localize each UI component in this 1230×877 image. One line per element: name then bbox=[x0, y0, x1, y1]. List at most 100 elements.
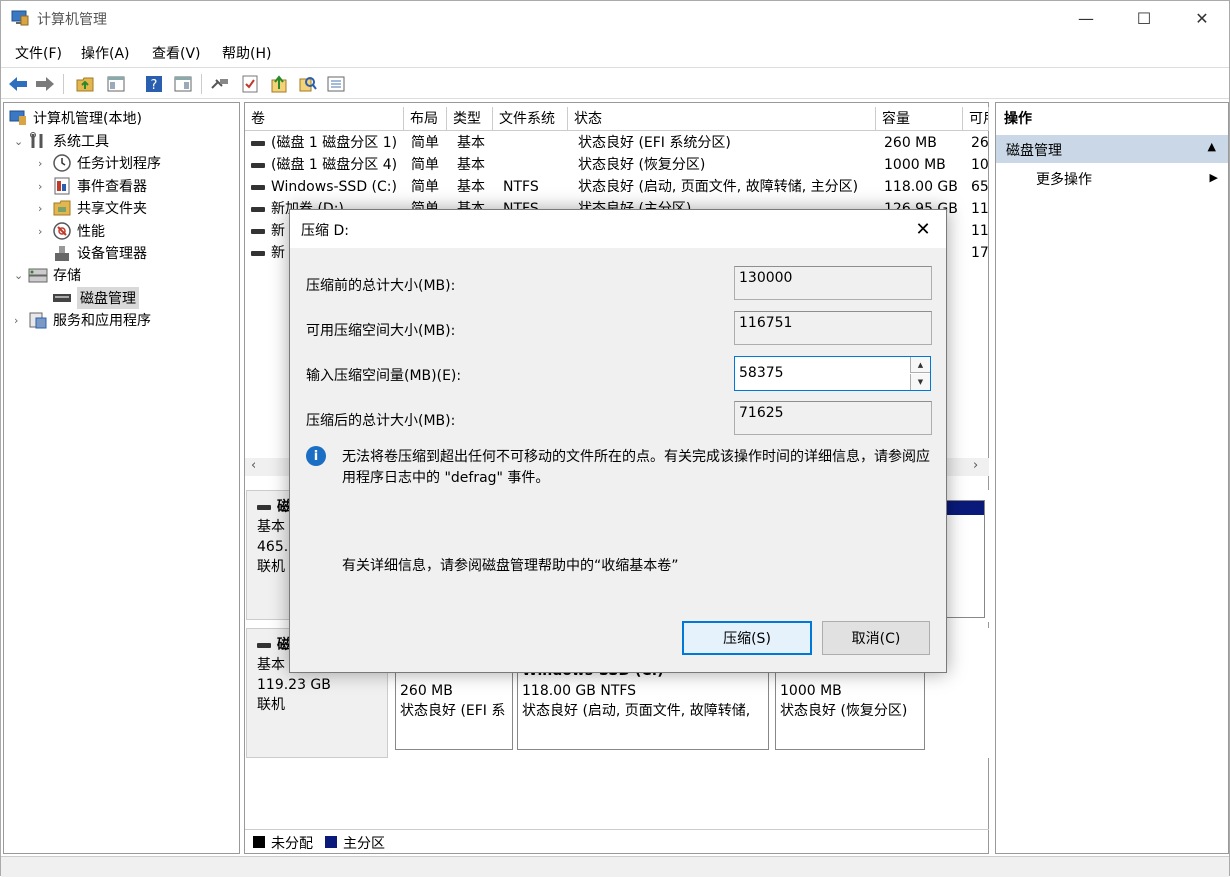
col-filesystem[interactable]: 文件系统 bbox=[493, 107, 568, 131]
info-message: 无法将卷压缩到超出任何不可移动的文件所在的点。有关完成该操作时间的详细信息，请参… bbox=[342, 449, 930, 486]
help-message: 有关详细信息，请参阅磁盘管理帮助中的“收缩基本卷” bbox=[342, 558, 679, 574]
back-arrow-icon bbox=[9, 77, 27, 91]
list-view-button[interactable] bbox=[325, 73, 347, 95]
tree-item-services-apps[interactable]: › 服务和应用程序 bbox=[14, 309, 151, 331]
col-capacity[interactable]: 容量 bbox=[876, 107, 963, 131]
performance-icon bbox=[52, 222, 72, 240]
table-row[interactable]: (磁盘 1 磁盘分区 4) 简单 基本 状态良好 (恢复分区) 1000 MB … bbox=[245, 154, 989, 176]
collapse-up-icon[interactable]: ▲ bbox=[1208, 140, 1216, 153]
console-tree-icon bbox=[107, 76, 125, 92]
stepper-up-icon[interactable]: ▲ bbox=[910, 357, 930, 373]
stepper-down-icon[interactable]: ▼ bbox=[910, 374, 930, 390]
info-icon: i bbox=[306, 446, 326, 466]
disk-icon bbox=[257, 504, 271, 510]
total-after-value: 71625 bbox=[734, 401, 932, 435]
scroll-left-icon[interactable]: ‹ bbox=[251, 458, 256, 473]
shrink-amount-input[interactable] bbox=[739, 363, 907, 383]
tree-item-task-scheduler[interactable]: › 任务计划程序 bbox=[38, 152, 161, 174]
maximize-icon: ☐ bbox=[1136, 8, 1152, 28]
help-button[interactable]: ? bbox=[143, 73, 165, 95]
dialog-title: 压缩 D: bbox=[301, 223, 349, 239]
volume-list-header: 卷 布局 类型 文件系统 状态 容量 可用 bbox=[245, 107, 989, 131]
disk-management-icon bbox=[52, 289, 72, 307]
volume-icon bbox=[251, 250, 265, 256]
volume-icon bbox=[251, 162, 265, 168]
arrow-up-page-icon bbox=[271, 75, 287, 93]
chevron-down-icon[interactable]: ⌄ bbox=[14, 135, 28, 148]
more-actions-item[interactable]: 更多操作 bbox=[1036, 169, 1092, 189]
shrink-button[interactable]: 压缩(S) bbox=[682, 621, 812, 655]
chevron-right-icon[interactable]: › bbox=[14, 314, 28, 327]
cancel-button[interactable]: 取消(C) bbox=[822, 621, 930, 655]
chevron-right-icon[interactable]: › bbox=[38, 202, 52, 215]
unallocated-swatch bbox=[253, 836, 265, 848]
table-row[interactable]: (磁盘 1 磁盘分区 1) 简单 基本 状态良好 (EFI 系统分区) 260 … bbox=[245, 132, 989, 154]
toolbar: ? bbox=[1, 67, 1229, 99]
check-button[interactable] bbox=[239, 73, 261, 95]
list-icon bbox=[327, 76, 345, 92]
shrink-amount-stepper[interactable]: ▲ ▼ bbox=[734, 356, 931, 391]
connect-button[interactable] bbox=[209, 73, 231, 95]
disk-icon bbox=[257, 642, 271, 648]
chevron-down-icon[interactable]: ⌄ bbox=[14, 269, 28, 282]
menu-help[interactable]: 帮助(H) bbox=[222, 43, 271, 63]
forward-button[interactable] bbox=[34, 73, 56, 95]
legend-primary: 主分区 bbox=[343, 836, 385, 852]
chevron-right-icon[interactable]: › bbox=[38, 157, 52, 170]
console-tree: 计算机管理(本地) ⌄ 系统工具 › 任务计划程序 › 事件查看器 › 共享文件… bbox=[3, 102, 240, 854]
actions-section-disk-management[interactable]: 磁盘管理 ▲ bbox=[996, 135, 1228, 163]
up-folder-button[interactable] bbox=[74, 73, 96, 95]
primary-swatch bbox=[325, 836, 337, 848]
menu-action[interactable]: 操作(A) bbox=[81, 43, 130, 63]
volume-icon bbox=[251, 140, 265, 146]
plug-icon bbox=[211, 79, 228, 89]
col-status[interactable]: 状态 bbox=[568, 107, 876, 131]
tree-item-event-viewer[interactable]: › 事件查看器 bbox=[38, 175, 147, 197]
tree-item-shared-folders[interactable]: › 共享文件夹 bbox=[38, 197, 147, 219]
tree-item-storage[interactable]: ⌄ 存储 bbox=[14, 264, 81, 286]
total-before-label: 压缩前的总计大小(MB): bbox=[306, 278, 456, 294]
chevron-right-icon[interactable]: › bbox=[38, 225, 52, 238]
submenu-arrow-icon: ▶ bbox=[1209, 171, 1218, 184]
col-volume[interactable]: 卷 bbox=[245, 107, 404, 131]
menu-file[interactable]: 文件(F) bbox=[15, 43, 62, 63]
back-button[interactable] bbox=[7, 73, 29, 95]
dialog-close-button[interactable]: ✕ bbox=[910, 216, 936, 242]
dialog-title-bar: 压缩 D: ✕ bbox=[290, 210, 946, 248]
col-type[interactable]: 类型 bbox=[447, 107, 493, 131]
svg-text:?: ? bbox=[151, 78, 158, 93]
legend: 未分配 主分区 bbox=[245, 829, 989, 853]
event-viewer-icon bbox=[52, 177, 72, 195]
tree-item-performance[interactable]: › 性能 bbox=[38, 220, 105, 242]
properties-view-button[interactable] bbox=[172, 73, 194, 95]
table-row[interactable]: Windows-SSD (C:) 简单 基本 NTFS 状态良好 (启动, 页面… bbox=[245, 176, 989, 198]
tree-item-device-manager[interactable]: 设备管理器 bbox=[52, 242, 147, 264]
tree-item-system-tools[interactable]: ⌄ 系统工具 bbox=[14, 130, 109, 152]
col-free[interactable]: 可用 bbox=[963, 107, 989, 131]
computer-management-window: 计算机管理 — ☐ ✕ 文件(F) 操作(A) 查看(V) 帮助(H) ? 计算… bbox=[0, 0, 1230, 877]
close-button[interactable]: ✕ bbox=[1173, 1, 1230, 35]
shrink-dialog: 压缩 D: ✕ 压缩前的总计大小(MB): 130000 可用压缩空间大小(MB… bbox=[289, 209, 947, 673]
actions-pane: 操作 磁盘管理 ▲ 更多操作 ▶ bbox=[995, 102, 1229, 854]
status-bar bbox=[1, 856, 1229, 877]
tools-icon bbox=[28, 132, 48, 150]
help-icon: ? bbox=[146, 76, 162, 93]
forward-arrow-icon bbox=[36, 77, 54, 91]
find-button[interactable] bbox=[297, 73, 319, 95]
maximize-button[interactable]: ☐ bbox=[1115, 1, 1173, 35]
title-bar: 计算机管理 — ☐ ✕ bbox=[1, 1, 1229, 37]
chevron-right-icon[interactable]: › bbox=[38, 180, 52, 193]
tree-item-disk-management[interactable]: 磁盘管理 bbox=[52, 287, 139, 309]
device-manager-icon bbox=[52, 244, 72, 262]
computer-management-icon bbox=[11, 10, 29, 26]
tree-item-computer-management[interactable]: 计算机管理(本地) bbox=[8, 107, 142, 129]
menu-view[interactable]: 查看(V) bbox=[152, 43, 201, 63]
show-hide-tree-button[interactable] bbox=[105, 73, 127, 95]
shrink-amount-label: 输入压缩空间量(MB)(E): bbox=[306, 368, 462, 384]
export-button[interactable] bbox=[268, 73, 290, 95]
minimize-button[interactable]: — bbox=[1057, 1, 1115, 35]
scroll-right-icon[interactable]: › bbox=[973, 458, 978, 473]
close-icon: ✕ bbox=[1195, 8, 1209, 28]
total-after-label: 压缩后的总计大小(MB): bbox=[306, 413, 456, 429]
col-layout[interactable]: 布局 bbox=[404, 107, 447, 131]
